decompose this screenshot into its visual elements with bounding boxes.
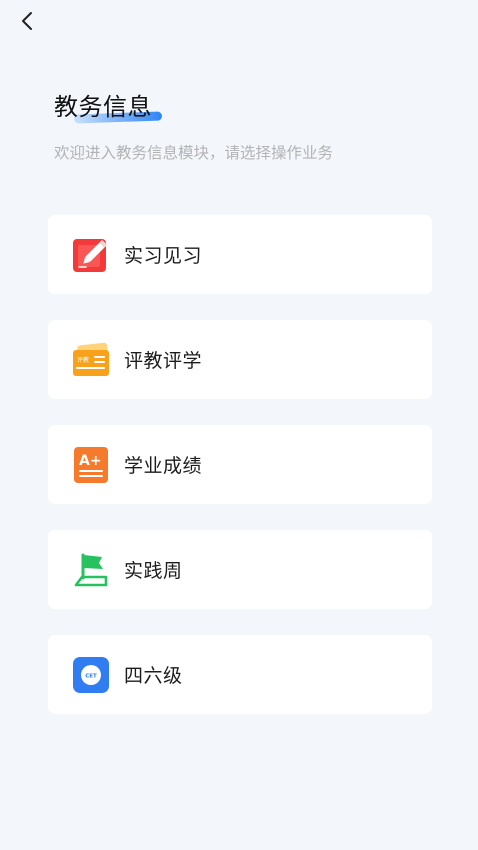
menu-item-grades[interactable]: A+ 学业成绩 — [48, 425, 432, 504]
evaluation-card-icon: 评教 — [72, 341, 110, 379]
cet-icon-text: CET — [85, 673, 97, 679]
back-button[interactable] — [14, 8, 40, 34]
menu-item-internship[interactable]: 实习见习 — [48, 215, 432, 294]
menu-item-evaluation[interactable]: 评教 评教评学 — [48, 320, 432, 399]
menu-item-label: 实习见习 — [124, 245, 203, 267]
chevron-left-icon — [22, 12, 32, 30]
menu-item-cet[interactable]: CET 四六级 — [48, 635, 432, 714]
evaluation-icon-text: 评教 — [77, 356, 89, 364]
menu-item-label: 实践周 — [124, 560, 183, 582]
menu-item-practice-week[interactable]: 实践周 — [48, 530, 432, 609]
menu-item-label: 评教评学 — [124, 350, 203, 372]
cet-icon: CET — [72, 656, 110, 694]
page-title-wrap: 教务信息 — [54, 90, 163, 124]
menu-list: 实习见习 评教 评教评学 A+ 学业成绩 实践周 CET 四六级 — [48, 215, 432, 740]
flag-icon — [72, 551, 110, 589]
grade-a-plus-icon: A+ — [72, 446, 110, 484]
menu-item-label: 学业成绩 — [124, 455, 203, 477]
menu-item-label: 四六级 — [124, 665, 183, 687]
page-subtitle: 欢迎进入教务信息模块，请选择操作业务 — [54, 144, 334, 162]
grade-icon-text: A+ — [79, 453, 102, 469]
page-title: 教务信息 — [54, 93, 152, 121]
pencil-note-icon — [72, 236, 110, 274]
